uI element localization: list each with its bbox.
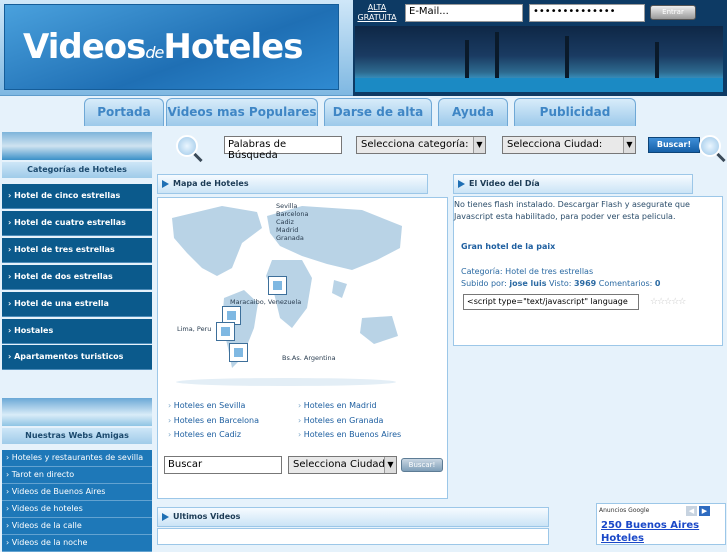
city-link[interactable]: Hoteles en Sevilla bbox=[168, 401, 246, 410]
logo-panel[interactable]: VideosdeHoteles bbox=[4, 4, 339, 90]
city-select[interactable]: Selecciona Ciudad: ▼ bbox=[502, 136, 636, 154]
map-label-maracaibo[interactable]: Maracaibo, Venezuela bbox=[230, 298, 301, 306]
category-item[interactable]: › Hotel de dos estrellas bbox=[2, 265, 152, 290]
map-label-spain[interactable]: Sevilla Barcelona Cadiz Madrid Granada bbox=[276, 202, 308, 242]
logo-word-videos: Videos bbox=[23, 27, 146, 67]
friend-link[interactable]: › Tarot en directo bbox=[2, 467, 152, 484]
city-link[interactable]: Hoteles en Buenos Aires bbox=[298, 430, 401, 439]
ads-next-icon[interactable]: ▶ bbox=[699, 506, 710, 516]
chevron-down-icon: ▼ bbox=[384, 457, 396, 473]
category-item[interactable]: › Hotel de cuatro estrellas bbox=[2, 211, 152, 236]
tab-popular[interactable]: Videos mas Populares bbox=[166, 98, 318, 126]
friend-link[interactable]: › Videos de hoteles bbox=[2, 501, 152, 518]
rating-stars[interactable]: ☆☆☆☆☆ bbox=[650, 297, 686, 307]
tab-signup[interactable]: Darse de alta bbox=[324, 98, 432, 126]
chevron-down-icon: ▼ bbox=[473, 137, 485, 153]
ad-link[interactable]: Hoteles bbox=[601, 533, 644, 544]
category-item[interactable]: › Hostales bbox=[2, 319, 152, 344]
latest-videos-panel bbox=[157, 528, 549, 545]
map-search-button[interactable]: Buscar! bbox=[401, 458, 443, 472]
category-item[interactable]: › Apartamentos turisticos bbox=[2, 345, 152, 370]
video-meta: Subido por: jose luis Visto: 3969 Coment… bbox=[461, 279, 661, 288]
google-ads: Anuncios Google ◀ ▶ 250 Buenos Aires Hot… bbox=[596, 503, 726, 545]
ads-label: Anuncios Google bbox=[599, 507, 650, 514]
logo-word-de: de bbox=[145, 43, 164, 62]
city-link[interactable]: Hoteles en Granada bbox=[298, 416, 384, 425]
city-link[interactable]: Hoteles en Barcelona bbox=[168, 416, 259, 425]
search-input[interactable]: Palabras de Búsqueda bbox=[224, 136, 342, 161]
tab-help[interactable]: Ayuda bbox=[438, 98, 508, 126]
friends-title: Nuestras Webs Amigas bbox=[2, 428, 152, 444]
friend-link[interactable]: › Videos de la calle bbox=[2, 518, 152, 535]
city-link[interactable]: Hoteles en Madrid bbox=[298, 401, 377, 410]
category-item[interactable]: › Hotel de una estrella bbox=[2, 292, 152, 317]
signup-link[interactable]: ALTA GRATUITA bbox=[357, 3, 397, 23]
tab-portada[interactable]: Portada bbox=[84, 98, 164, 126]
flash-notice: No tienes flash instalado. Descargar Fla… bbox=[454, 200, 690, 221]
search-icon bbox=[176, 135, 198, 157]
main-nav: Portada Videos mas Populares Darse de al… bbox=[84, 98, 724, 126]
category-select[interactable]: Selecciona categoría: ▼ bbox=[356, 136, 486, 154]
category-item[interactable]: › Hotel de tres estrellas bbox=[2, 238, 152, 263]
hotel-header-photo bbox=[355, 26, 723, 92]
email-field[interactable]: E-Mail... bbox=[405, 4, 523, 22]
map-label-bsas[interactable]: Bs.As. Argentina bbox=[282, 354, 336, 362]
map-label-lima[interactable]: Lima, Peru bbox=[177, 325, 211, 333]
search-bar: Palabras de Búsqueda Selecciona categorí… bbox=[155, 132, 727, 162]
ad-link[interactable]: 250 Buenos Aires bbox=[601, 520, 699, 531]
logo-word-hoteles: Hoteles bbox=[163, 27, 303, 67]
friend-link[interactable]: › Videos de Buenos Aires bbox=[2, 484, 152, 501]
city-link[interactable]: Hoteles en Cadiz bbox=[168, 430, 241, 439]
login-area: ALTA GRATUITA E-Mail... •••••••••••••• E… bbox=[353, 0, 727, 96]
password-field[interactable]: •••••••••••••• bbox=[529, 4, 645, 22]
chevron-down-icon: ▼ bbox=[623, 137, 635, 153]
friend-link[interactable]: › Videos de la noche bbox=[2, 535, 152, 552]
sidebar: Categorías de Hoteles › Hotel de cinco e… bbox=[0, 132, 153, 552]
search-icon bbox=[699, 135, 721, 157]
embed-code-field[interactable]: <script type="text/javascript" language bbox=[463, 294, 639, 310]
video-category[interactable]: Categoría: Hotel de tres estrellas bbox=[461, 267, 593, 276]
friend-link[interactable]: › Hoteles y restaurantes de sevilla bbox=[2, 450, 152, 467]
search-button[interactable]: Buscar! bbox=[648, 137, 700, 153]
video-panel-title: El Video del Día bbox=[453, 174, 693, 194]
login-button[interactable]: Entrar bbox=[650, 5, 696, 20]
uploader[interactable]: jose luis bbox=[509, 279, 546, 288]
video-title[interactable]: Gran hotel de la paix bbox=[461, 242, 555, 251]
map-marker-lima[interactable] bbox=[216, 322, 235, 341]
site-logo[interactable]: VideosdeHoteles bbox=[23, 27, 303, 67]
ads-prev-icon[interactable]: ◀ bbox=[686, 506, 697, 516]
map-city-select[interactable]: Selecciona Ciudad: ▼ bbox=[288, 456, 397, 474]
latest-videos-title: Ultimos Videos bbox=[157, 507, 549, 527]
categories-title: Categorías de Hoteles bbox=[2, 162, 152, 178]
map-search-input[interactable]: Buscar bbox=[164, 456, 282, 474]
category-item[interactable]: › Hotel de cinco estrellas bbox=[2, 184, 152, 209]
categories-photo bbox=[2, 132, 152, 160]
map-panel-title: Mapa de Hoteles bbox=[157, 174, 428, 194]
map-marker-spain[interactable] bbox=[268, 276, 287, 295]
friends-photo bbox=[2, 398, 152, 426]
map-marker-bsas[interactable] bbox=[229, 343, 248, 362]
tab-ads[interactable]: Publicidad bbox=[514, 98, 636, 126]
